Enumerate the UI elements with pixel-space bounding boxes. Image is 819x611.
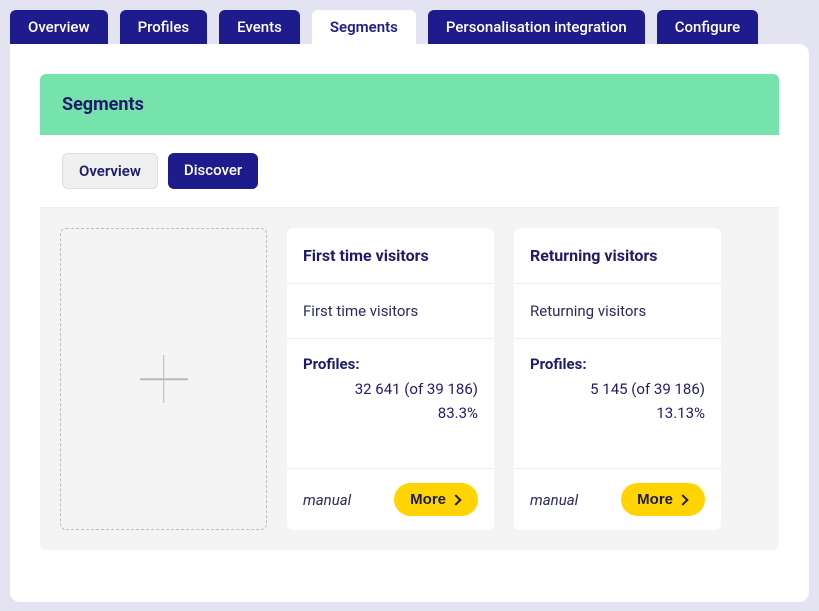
tab-events[interactable]: Events	[219, 10, 300, 44]
add-segment-card[interactable]	[60, 228, 267, 530]
tab-profiles[interactable]: Profiles	[120, 10, 208, 44]
profiles-label: Profiles:	[303, 355, 478, 373]
profiles-count: 32 641 (of 39 186)	[303, 377, 478, 401]
segment-footer: manual More	[287, 469, 494, 530]
segment-type: manual	[530, 491, 578, 509]
tab-personalisation[interactable]: Personalisation integration	[428, 10, 645, 44]
panel-title: Segments	[40, 74, 779, 135]
plus-icon	[140, 355, 188, 403]
segment-stats: Profiles: 5 145 (of 39 186) 13.13%	[514, 339, 721, 469]
more-label: More	[637, 491, 673, 508]
profiles-count: 5 145 (of 39 186)	[530, 377, 705, 401]
more-button[interactable]: More	[394, 483, 478, 516]
segment-description: Returning visitors	[514, 284, 721, 339]
segment-stats: Profiles: 32 641 (of 39 186) 83.3%	[287, 339, 494, 469]
chevron-right-icon	[677, 494, 688, 505]
subtab-discover[interactable]: Discover	[168, 153, 258, 189]
tab-overview[interactable]: Overview	[10, 10, 108, 44]
chevron-right-icon	[450, 494, 461, 505]
profiles-percent: 13.13%	[530, 401, 705, 425]
subtab-overview[interactable]: Overview	[62, 153, 158, 189]
tab-configure[interactable]: Configure	[657, 10, 758, 44]
segment-card: Returning visitors Returning visitors Pr…	[514, 228, 721, 530]
segment-card: First time visitors First time visitors …	[287, 228, 494, 530]
page-body: Segments Overview Discover First time vi…	[10, 44, 809, 602]
segment-footer: manual More	[514, 469, 721, 530]
segments-subtabs: Overview Discover	[40, 135, 779, 208]
profiles-percent: 83.3%	[303, 401, 478, 425]
segment-title: First time visitors	[287, 228, 494, 284]
segment-type: manual	[303, 491, 351, 509]
segment-description: First time visitors	[287, 284, 494, 339]
profiles-label: Profiles:	[530, 355, 705, 373]
more-button[interactable]: More	[621, 483, 705, 516]
segment-title: Returning visitors	[514, 228, 721, 284]
more-label: More	[410, 491, 446, 508]
main-tabs: Overview Profiles Events Segments Person…	[0, 0, 819, 44]
segments-grid: First time visitors First time visitors …	[40, 208, 779, 550]
tab-segments[interactable]: Segments	[312, 10, 416, 44]
